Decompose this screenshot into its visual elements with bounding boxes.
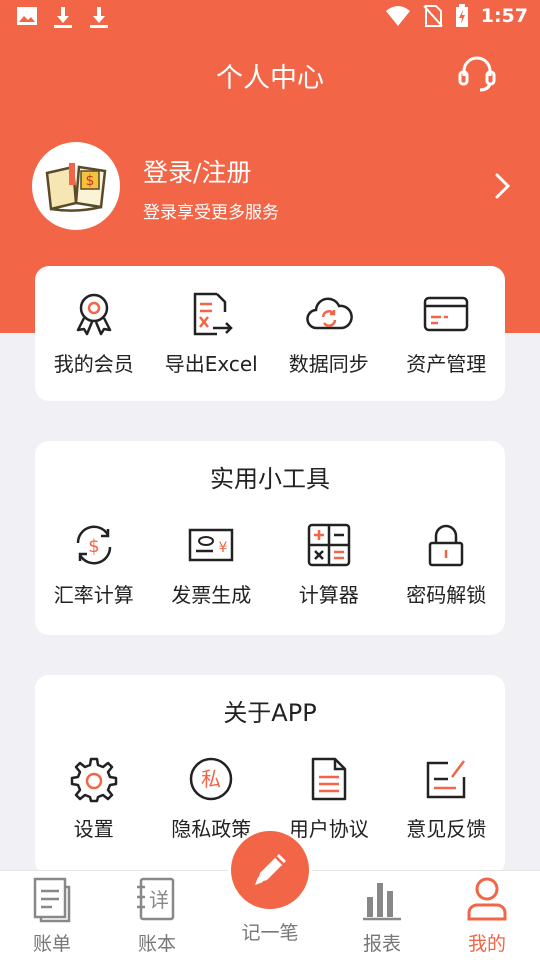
tab-report[interactable]: 报表	[337, 875, 427, 956]
gallery-notification-icon	[17, 7, 37, 25]
document-icon	[311, 757, 346, 801]
exchange-rate-button[interactable]: $ 汇率计算	[35, 521, 153, 608]
svg-text:¥: ¥	[219, 540, 228, 556]
bill-icon	[33, 877, 71, 923]
member-button[interactable]: 我的会员	[35, 290, 153, 377]
privacy-icon: 私	[190, 757, 233, 801]
tab-bill-label: 账单	[32, 933, 71, 955]
svg-text:$: $	[88, 536, 99, 557]
quick-actions-card: 我的会员 导出Excel 数据同步 资产管理	[35, 266, 505, 401]
ledger-book-icon: $	[45, 163, 107, 212]
person-icon	[467, 877, 507, 921]
export-excel-icon	[194, 292, 234, 336]
member-label: 我的会员	[53, 352, 134, 376]
feedback-icon	[427, 760, 466, 799]
about-title: 关于APP	[223, 699, 317, 727]
settings-button[interactable]: 设置	[35, 755, 153, 842]
chevron-right-icon[interactable]	[490, 170, 514, 202]
calculator-button[interactable]: 计算器	[270, 521, 388, 608]
invoice-icon: ¥	[189, 528, 234, 562]
calculator-label: 计算器	[298, 583, 359, 607]
wifi-icon	[385, 6, 410, 26]
feedback-label: 意见反馈	[406, 817, 487, 841]
calculator-icon	[307, 523, 350, 567]
tab-ledger-label: 账本	[137, 933, 176, 955]
login-register-link[interactable]: 登录/注册	[143, 153, 251, 189]
password-unlock-button[interactable]: 密码解锁	[388, 521, 506, 608]
bar-chart-icon	[363, 883, 401, 921]
tab-mine[interactable]: 我的	[442, 875, 532, 956]
login-subtitle: 登录享受更多服务	[143, 203, 279, 223]
download-notification-icon	[54, 7, 72, 28]
clock-time: 1:57	[480, 5, 528, 27]
user-agreement-label: 用户协议	[288, 817, 369, 841]
cloud-sync-icon	[306, 297, 353, 330]
password-unlock-label: 密码解锁	[406, 583, 487, 607]
tab-mine-label: 我的	[467, 933, 506, 955]
user-agreement-button[interactable]: 用户协议	[270, 755, 388, 842]
privacy-policy-label: 隐私政策	[171, 817, 252, 841]
export-excel-label: 导出Excel	[164, 352, 258, 376]
currency-exchange-icon: $	[76, 525, 112, 565]
status-bar: 1:57	[0, 0, 540, 36]
add-record-label: 记一笔	[241, 922, 299, 944]
tab-report-label: 报表	[362, 933, 401, 955]
privacy-policy-button[interactable]: 私 隐私政策	[153, 755, 271, 842]
tools-card: 实用小工具 $ 汇率计算 ¥ 发票生成 计算器 密码解锁	[35, 441, 505, 635]
gear-icon	[70, 757, 117, 803]
no-sim-icon	[422, 5, 443, 27]
avatar[interactable]: $	[32, 142, 120, 230]
invoice-button[interactable]: ¥ 发票生成	[153, 521, 271, 608]
tab-ledger[interactable]: 详 账本	[112, 875, 202, 956]
data-sync-button[interactable]: 数据同步	[270, 290, 388, 377]
privacy-glyph: 私	[201, 767, 221, 791]
pencil-icon	[255, 854, 286, 885]
ribbon-badge-icon	[76, 293, 111, 336]
asset-management-button[interactable]: 资产管理	[388, 290, 506, 377]
download-notification-icon	[90, 7, 108, 28]
asset-management-label: 资产管理	[406, 352, 487, 376]
ledger-icon: 详	[137, 877, 175, 921]
exchange-rate-label: 汇率计算	[53, 583, 134, 607]
feedback-button[interactable]: 意见反馈	[388, 755, 506, 842]
svg-text:$: $	[86, 173, 95, 189]
lock-icon	[429, 524, 464, 567]
tools-title: 实用小工具	[210, 465, 330, 493]
ledger-glyph: 详	[149, 888, 169, 912]
add-record-button[interactable]	[228, 828, 312, 912]
customer-service-icon[interactable]	[456, 52, 498, 94]
data-sync-label: 数据同步	[288, 352, 369, 376]
card-wallet-icon	[424, 296, 469, 332]
tab-bill[interactable]: 账单	[7, 875, 97, 956]
battery-charging-icon	[455, 4, 468, 27]
settings-label: 设置	[73, 817, 114, 841]
export-excel-button[interactable]: 导出Excel	[153, 290, 271, 377]
invoice-label: 发票生成	[171, 583, 252, 607]
